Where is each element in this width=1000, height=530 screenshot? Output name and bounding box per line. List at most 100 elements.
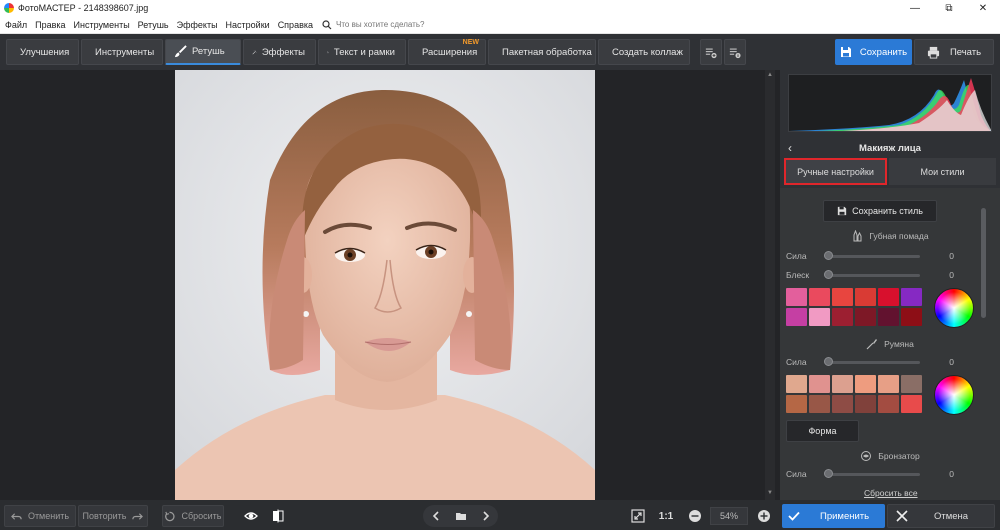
tab-batch-processing[interactable]: Пакетная обработка (488, 39, 596, 65)
slider-handle[interactable] (824, 269, 833, 279)
tab-manual-settings[interactable]: Ручные настройки (784, 158, 887, 185)
slider-track[interactable] (824, 269, 920, 279)
apply-button[interactable]: Применить (782, 504, 885, 528)
minimize-button[interactable]: — (898, 0, 932, 16)
lipstick-color-swatch[interactable] (832, 308, 853, 326)
blush-brush-icon (866, 339, 878, 350)
slider-track[interactable] (824, 356, 920, 366)
tab-effects[interactable]: Эффекты (243, 39, 316, 65)
panel-scrollbar[interactable] (980, 196, 988, 486)
menu-search[interactable] (322, 19, 456, 30)
preset-info-button[interactable] (724, 39, 746, 65)
blush-color-swatch[interactable] (809, 375, 830, 393)
blush-color-swatch[interactable] (786, 395, 807, 413)
save-button[interactable]: Сохранить (835, 39, 912, 65)
canvas-vertical-scrollbar[interactable]: ▲ ▼ (765, 70, 775, 500)
add-preset-button[interactable] (700, 39, 722, 65)
blush-color-wheel[interactable] (934, 375, 974, 415)
lipstick-color-swatch[interactable] (809, 308, 830, 326)
tab-text-frames[interactable]: Текст и рамки (318, 39, 406, 65)
back-arrow-icon[interactable]: ‹ (780, 141, 800, 155)
actual-size-button[interactable]: 1:1 (656, 505, 676, 527)
lipstick-gloss-slider[interactable]: Блеск 0 (786, 269, 966, 281)
fit-screen-button[interactable] (628, 505, 648, 527)
blush-color-swatch[interactable] (901, 375, 922, 393)
makeup-tabs: Ручные настройки Мои стили (784, 158, 996, 185)
bronzer-section-title: Бронзатор (820, 450, 960, 462)
lipstick-color-swatch[interactable] (832, 288, 853, 306)
blush-color-swatch[interactable] (878, 395, 899, 413)
tab-create-collage[interactable]: Создать коллаж (598, 39, 690, 65)
lipstick-color-swatch[interactable] (878, 308, 899, 326)
portrait-photo[interactable] (175, 70, 595, 500)
menu-settings[interactable]: Настройки (223, 20, 273, 30)
menu-retouch[interactable]: Ретушь (135, 20, 172, 30)
brush-icon (174, 45, 187, 58)
blush-color-swatch[interactable] (901, 395, 922, 413)
blush-color-swatch[interactable] (809, 395, 830, 413)
image-navigation (423, 505, 498, 527)
menu-edit[interactable]: Правка (32, 20, 68, 30)
print-button[interactable]: Печать (914, 39, 994, 65)
restore-button[interactable]: ⧉ (932, 0, 966, 16)
folder-icon[interactable] (455, 510, 467, 522)
lipstick-color-wheel[interactable] (934, 288, 974, 328)
slider-track[interactable] (824, 250, 920, 260)
lipstick-color-swatch[interactable] (855, 288, 876, 306)
apply-label: Применить (820, 510, 870, 522)
zoom-in-button[interactable] (755, 505, 773, 527)
lipstick-color-swatch[interactable] (809, 288, 830, 306)
blush-color-swatch[interactable] (832, 395, 853, 413)
image-canvas[interactable] (0, 70, 780, 500)
lipstick-color-swatch[interactable] (901, 288, 922, 306)
blush-color-swatch[interactable] (832, 375, 853, 393)
tab-my-styles[interactable]: Мои стили (889, 158, 996, 185)
blush-title: Румяна (884, 339, 914, 349)
tab-retouch[interactable]: Ретушь (165, 39, 241, 65)
menu-help[interactable]: Справка (275, 20, 316, 30)
reset-all-link[interactable]: Сбросить все (864, 488, 918, 498)
scroll-down-arrow[interactable]: ▼ (767, 490, 773, 496)
lipstick-color-swatch[interactable] (855, 308, 876, 326)
menu-file[interactable]: Файл (2, 20, 30, 30)
reset-button[interactable]: Сбросить (162, 505, 224, 527)
next-image-icon[interactable] (480, 510, 492, 522)
lipstick-icon (853, 230, 862, 242)
menu-tools[interactable]: Инструменты (71, 20, 133, 30)
compare-button[interactable] (267, 505, 289, 527)
lipstick-strength-slider[interactable]: Сила 0 (786, 250, 966, 262)
close-window-button[interactable]: ✕ (966, 0, 1000, 16)
cancel-button[interactable]: Отмена (887, 504, 995, 528)
magic-wand-icon (252, 49, 257, 54)
zoom-level-field[interactable]: 54% (710, 507, 748, 525)
redo-button[interactable]: Повторить (78, 505, 148, 527)
lipstick-color-swatch[interactable] (878, 288, 899, 306)
blush-color-swatch[interactable] (878, 375, 899, 393)
lipstick-color-swatch[interactable] (901, 308, 922, 326)
preview-eye-button[interactable] (240, 505, 262, 527)
slider-handle[interactable] (824, 250, 833, 260)
previous-image-icon[interactable] (430, 510, 442, 522)
blush-color-swatch[interactable] (786, 375, 807, 393)
menu-effects[interactable]: Эффекты (174, 20, 221, 30)
panel-header: ‹ Макияж лица (780, 140, 1000, 156)
bronzer-strength-slider[interactable]: Сила 0 (786, 468, 966, 480)
undo-button[interactable]: Отменить (4, 505, 76, 527)
lipstick-color-swatch[interactable] (786, 308, 807, 326)
slider-handle[interactable] (824, 356, 833, 366)
tab-enhancements[interactable]: Улучшения (6, 39, 79, 65)
blush-strength-slider[interactable]: Сила 0 (786, 356, 966, 368)
panel-scrollbar-thumb[interactable] (981, 208, 986, 318)
blush-color-swatch[interactable] (855, 395, 876, 413)
search-input[interactable] (336, 20, 456, 29)
tab-tools[interactable]: Инструменты (81, 39, 163, 65)
lipstick-color-swatch[interactable] (786, 288, 807, 306)
shape-button[interactable]: Форма (786, 420, 859, 442)
scroll-up-arrow[interactable]: ▲ (767, 72, 773, 78)
tab-extensions[interactable]: Расширения NEW (408, 39, 486, 65)
zoom-out-button[interactable] (686, 505, 704, 527)
slider-handle[interactable] (824, 468, 833, 478)
slider-track[interactable] (824, 468, 920, 478)
blush-color-swatch[interactable] (855, 375, 876, 393)
save-style-button[interactable]: Сохранить стиль (823, 200, 937, 222)
